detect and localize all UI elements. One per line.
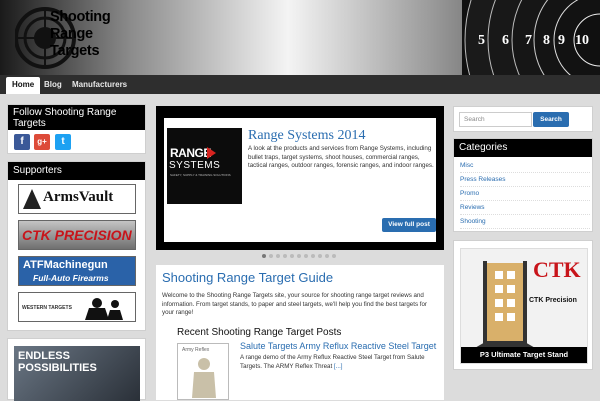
slide-excerpt: A look at the products and services from… bbox=[248, 145, 434, 169]
sponsor-tagline: Full-Auto Firearms bbox=[33, 273, 109, 283]
ctk-ad-widget: CTK CTK Precision P3 Ultimate Target Sta… bbox=[453, 240, 593, 370]
page-title: Shooting Range Target Guide bbox=[162, 270, 334, 285]
site-title-line: Targets bbox=[50, 43, 100, 59]
slider-dot[interactable] bbox=[297, 254, 301, 258]
search-input[interactable]: Search bbox=[459, 112, 532, 127]
slide-title[interactable]: Range Systems 2014 bbox=[248, 128, 365, 144]
sponsor-ctk-precision[interactable]: CTK PRECISION bbox=[18, 220, 136, 250]
nav-blog[interactable]: Blog bbox=[38, 77, 68, 94]
main-nav: Home Blog Manufacturers bbox=[0, 75, 600, 94]
post-thumbnail[interactable]: Army Reflex bbox=[177, 343, 229, 400]
play-arrow-icon bbox=[207, 147, 216, 159]
categories-widget-title: Categories bbox=[454, 139, 592, 157]
slider-dot[interactable] bbox=[325, 254, 329, 258]
banner-ad-text: ENDLESS bbox=[18, 350, 70, 362]
ctk-brand: CTK Precision bbox=[529, 297, 577, 304]
slide-image-brand: RANGE bbox=[170, 146, 211, 160]
sponsor-armsvault[interactable]: ArmsVault bbox=[18, 184, 136, 214]
sponsor-western-targets[interactable]: WESTERN TARGETS bbox=[18, 292, 136, 322]
view-full-post-button[interactable]: View full post bbox=[382, 218, 436, 232]
ctk-ad-caption: P3 Ultimate Target Stand bbox=[461, 347, 587, 363]
nav-manufacturers[interactable]: Manufacturers bbox=[66, 77, 133, 94]
thumbnail-caption: Army Reflex bbox=[182, 347, 210, 353]
category-link[interactable]: Reviews bbox=[460, 201, 590, 215]
site-title-line: Range bbox=[50, 26, 93, 42]
ring-number: 7 bbox=[525, 33, 532, 48]
ring-number: 10 bbox=[575, 33, 589, 48]
slider-dot[interactable] bbox=[332, 254, 336, 258]
category-link[interactable]: Shooting bbox=[460, 215, 590, 229]
slider-dot[interactable] bbox=[318, 254, 322, 258]
slider-dot[interactable] bbox=[290, 254, 294, 258]
facebook-icon[interactable]: f bbox=[14, 134, 30, 150]
site-title[interactable]: Shooting Range Targets bbox=[50, 9, 130, 60]
ring-number: 5 bbox=[478, 33, 485, 48]
supporters-widget: Supporters ArmsVault CTK PRECISION ATFMa… bbox=[7, 161, 146, 331]
banner-ad-image: ENDLESS POSSIBILITIES bbox=[14, 346, 140, 401]
rifle-silhouette-icon bbox=[23, 189, 41, 209]
slider-dot[interactable] bbox=[262, 254, 266, 258]
slide-image-tagline: SAFETY, SUPPLY & TRAINING SOLUTIONS bbox=[170, 173, 231, 177]
sponsor-atfmachinegun[interactable]: ATFMachinegun Full-Auto Firearms bbox=[18, 256, 136, 286]
ring-number: 9 bbox=[558, 33, 565, 48]
slider-dot[interactable] bbox=[269, 254, 273, 258]
site-title-line: Shooting bbox=[50, 9, 111, 25]
banner-ad-text: POSSIBILITIES bbox=[18, 362, 97, 374]
ctk-logo: CTK bbox=[533, 257, 581, 282]
slider-dot[interactable] bbox=[304, 254, 308, 258]
category-link[interactable]: Promo bbox=[460, 187, 590, 201]
ctk-ad-image[interactable]: CTK CTK Precision P3 Ultimate Target Sta… bbox=[460, 248, 588, 364]
twitter-icon[interactable]: t bbox=[55, 134, 71, 150]
post-excerpt-text: A range demo of the Army Reflux Reactive… bbox=[240, 354, 425, 370]
read-more-link[interactable]: [...] bbox=[334, 363, 343, 370]
search-button[interactable]: Search bbox=[533, 112, 569, 127]
nav-home[interactable]: Home bbox=[6, 77, 41, 94]
follow-widget: Follow Shooting Range Targets f g+ t bbox=[7, 104, 146, 154]
slide-image[interactable]: RANGE SYSTEMS SAFETY, SUPPLY & TRAINING … bbox=[167, 128, 242, 204]
intro-text: Welcome to the Shooting Range Targets si… bbox=[162, 292, 427, 316]
recent-posts-heading: Recent Shooting Range Target Posts bbox=[177, 327, 342, 338]
post-title[interactable]: Salute Targets Army Reflux Reactive Stee… bbox=[240, 341, 436, 351]
sponsor-name: WESTERN TARGETS bbox=[22, 305, 72, 311]
sponsor-name: ArmsVault bbox=[43, 189, 114, 205]
slider-dot[interactable] bbox=[276, 254, 280, 258]
supporters-widget-title: Supporters bbox=[8, 162, 145, 180]
category-link[interactable]: Press Releases bbox=[460, 173, 590, 187]
banner-ad[interactable]: ENDLESS POSSIBILITIES bbox=[7, 338, 146, 401]
slide-image-brand: SYSTEMS bbox=[169, 160, 221, 171]
sponsor-name: ATFMachinegun bbox=[23, 259, 108, 271]
silhouette-target-icon bbox=[85, 298, 123, 320]
sponsor-name: CTK PRECISION bbox=[22, 227, 132, 243]
slider-dot[interactable] bbox=[311, 254, 315, 258]
follow-widget-title: Follow Shooting Range Targets bbox=[8, 105, 145, 130]
ring-number: 6 bbox=[502, 33, 509, 48]
google-plus-icon[interactable]: g+ bbox=[34, 134, 50, 150]
categories-widget: Categories Misc Press Releases Promo Rev… bbox=[453, 138, 593, 232]
slider-dot[interactable] bbox=[283, 254, 287, 258]
category-link[interactable]: Misc bbox=[460, 159, 590, 173]
steel-target-icon bbox=[192, 358, 216, 398]
ring-number: 8 bbox=[543, 33, 550, 48]
post-excerpt: A range demo of the Army Reflux Reactive… bbox=[240, 354, 438, 371]
header-target-graphic: 5 6 7 8 9 10 bbox=[462, 0, 600, 75]
